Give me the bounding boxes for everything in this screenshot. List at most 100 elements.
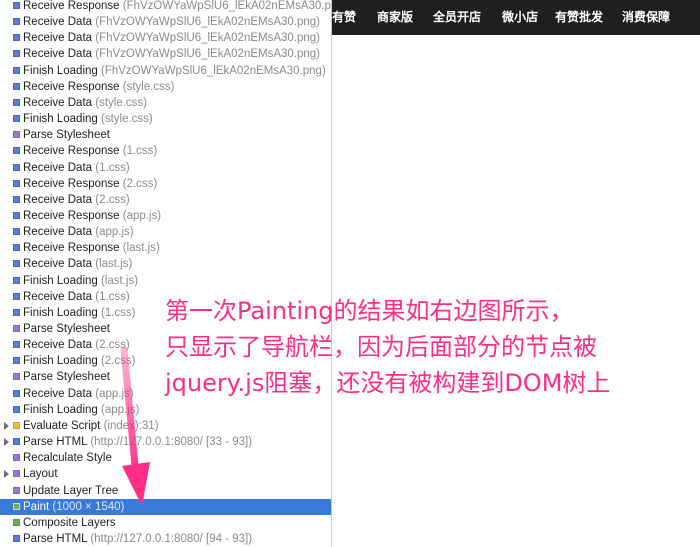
record-category-swatch-icon [13,179,20,187]
record-category-swatch-icon [13,502,20,510]
record-category-swatch-icon [13,454,20,462]
record-text: Parse Stylesheet [23,321,110,337]
timeline-record[interactable]: Paint (1000 × 1540) [0,498,331,515]
record-label: Parse HTML [23,436,88,449]
record-label: Receive Data [23,193,93,206]
record-detail: (FhVzOWYaWpSlU6_lEkA02nEMsA30.png) [95,16,321,29]
record-category-swatch-icon [13,470,20,478]
timeline-record[interactable]: Finish Loading (app.js) [0,402,331,418]
record-text: Receive Data (FhVzOWYaWpSlU6_lEkA02nEMsA… [23,46,320,62]
timeline-record[interactable]: Update Layer Tree [0,483,331,499]
timeline-record[interactable]: Evaluate Script (index):31) [0,418,331,434]
record-label: Paint [23,500,50,513]
record-text: Receive Data (app.js) [23,224,134,240]
record-category-swatch-icon [13,163,20,171]
timeline-record[interactable]: Receive Data (FhVzOWYaWpSlU6_lEkA02nEMsA… [0,46,331,62]
timeline-record[interactable]: Receive Response (2.css) [0,176,331,192]
nav-item[interactable]: 全员开店 [433,0,481,35]
record-category-swatch-icon [13,438,20,446]
record-detail: (style.css) [122,80,175,93]
record-detail: (2.css) [95,193,130,206]
record-detail: (style.css) [101,113,153,126]
record-detail: (1.css) [95,290,130,303]
record-label: Receive Data [23,290,93,303]
timeline-record[interactable]: Receive Data (FhVzOWYaWpSlU6_lEkA02nEMsA… [0,30,331,46]
record-text: Parse Stylesheet [23,369,110,385]
timeline-record[interactable]: Composite Layers [0,515,331,531]
nav-item[interactable]: 商家版 [377,0,413,35]
timeline-record[interactable]: Receive Data (FhVzOWYaWpSlU6_lEkA02nEMsA… [0,14,331,30]
record-text: Parse HTML (http://127.0.0.1:8080/ [33 -… [23,434,252,450]
timeline-record[interactable]: Receive Response (1.css) [0,143,331,159]
record-text: Receive Response (1.css) [23,143,157,159]
record-text: Paint (1000 × 1540) [23,499,124,515]
record-category-swatch-icon [13,98,20,106]
record-category-swatch-icon [13,195,20,203]
expand-triangle-icon[interactable] [4,438,9,447]
record-category-swatch-icon [13,292,20,300]
record-text: Receive Response (last.js) [23,240,160,256]
record-detail: (last.js) [122,242,160,255]
timeline-record[interactable]: Receive Data (app.js) [0,224,331,240]
record-text: Receive Data (FhVzOWYaWpSlU6_lEkA02nEMsA… [23,14,320,30]
record-category-swatch-icon [13,421,20,429]
record-detail: (FhVzOWYaWpSlU6_lEkA02nEMsA30.png) [95,48,321,61]
record-detail: (http://127.0.0.1:8080/ [94 - 93]) [90,532,253,545]
timeline-record[interactable]: Recalculate Style [0,450,331,466]
record-label: Parse HTML [23,532,88,545]
timeline-record[interactable]: Receive Data (style.css) [0,95,331,111]
record-label: Finish Loading [23,306,98,319]
record-text: Finish Loading (style.css) [23,111,153,127]
record-text: Evaluate Script (index):31) [23,418,159,434]
nav-item[interactable]: 有赞批发 [555,0,603,35]
timeline-record[interactable]: Parse HTML (http://127.0.0.1:8080/ [94 -… [0,531,331,547]
annotation-text: 第一次Painting的结果如右边图所示， 只显示了导航栏，因为后面部分的节点被… [165,293,695,401]
record-category-swatch-icon [13,115,20,123]
record-detail: (2.css) [101,355,136,368]
nav-item[interactable]: 有赞 [332,0,356,35]
record-category-swatch-icon [13,2,20,9]
timeline-record[interactable]: Layout [0,466,331,482]
timeline-record[interactable]: Receive Data (2.css) [0,192,331,208]
record-category-swatch-icon [13,341,20,349]
timeline-record[interactable]: Finish Loading (FhVzOWYaWpSlU6_lEkA02nEM… [0,63,331,79]
record-label: Receive Response [23,177,120,190]
record-detail: (app.js) [101,403,140,416]
timeline-record[interactable]: Parse Stylesheet [0,127,331,143]
timeline-record[interactable]: Receive Response (style.css) [0,79,331,95]
expand-triangle-icon[interactable] [4,421,9,430]
timeline-record[interactable]: Finish Loading (style.css) [0,111,331,127]
record-label: Finish Loading [23,274,98,287]
annotation-line-2: 只显示了导航栏，因为后面部分的节点被 [165,333,597,361]
timeline-record[interactable]: Receive Data (last.js) [0,256,331,272]
timeline-record[interactable]: Receive Data (1.css) [0,160,331,176]
site-navigation-bar: 有赞 商家版 全员开店 微小店 有赞批发 消费保障 [332,0,700,35]
record-category-swatch-icon [13,211,20,219]
timeline-record[interactable]: Receive Response (FhVzOWYaWpSlU6_lEkA02n… [0,0,331,14]
record-label: Update Layer Tree [23,484,119,497]
nav-item[interactable]: 消费保障 [622,0,670,35]
record-detail: (last.js) [95,258,133,271]
nav-item[interactable]: 微小店 [502,0,538,35]
record-label: Receive Response [23,80,120,93]
record-text: Update Layer Tree [23,483,118,499]
record-text: Parse HTML (http://127.0.0.1:8080/ [94 -… [23,531,252,547]
record-detail: (1.css) [122,145,158,158]
record-category-swatch-icon [13,228,20,236]
record-category-swatch-icon [13,308,20,316]
record-text: Finish Loading (1.css) [23,305,136,321]
record-text: Receive Response (style.css) [23,79,174,95]
timeline-record[interactable]: Finish Loading (last.js) [0,273,331,289]
record-label: Receive Response [23,0,120,12]
timeline-record[interactable]: Receive Response (app.js) [0,208,331,224]
expand-triangle-icon[interactable] [4,470,9,479]
record-text: Composite Layers [23,515,116,531]
record-text: Receive Data (1.css) [23,160,130,176]
record-detail: (style.css) [95,96,147,109]
timeline-record[interactable]: Parse HTML (http://127.0.0.1:8080/ [33 -… [0,434,331,450]
record-label: Parse Stylesheet [23,323,110,335]
record-text: Receive Data (last.js) [23,256,132,272]
record-text: Parse Stylesheet [23,127,110,143]
record-label: Receive Data [23,161,93,174]
timeline-record[interactable]: Receive Response (last.js) [0,240,331,256]
